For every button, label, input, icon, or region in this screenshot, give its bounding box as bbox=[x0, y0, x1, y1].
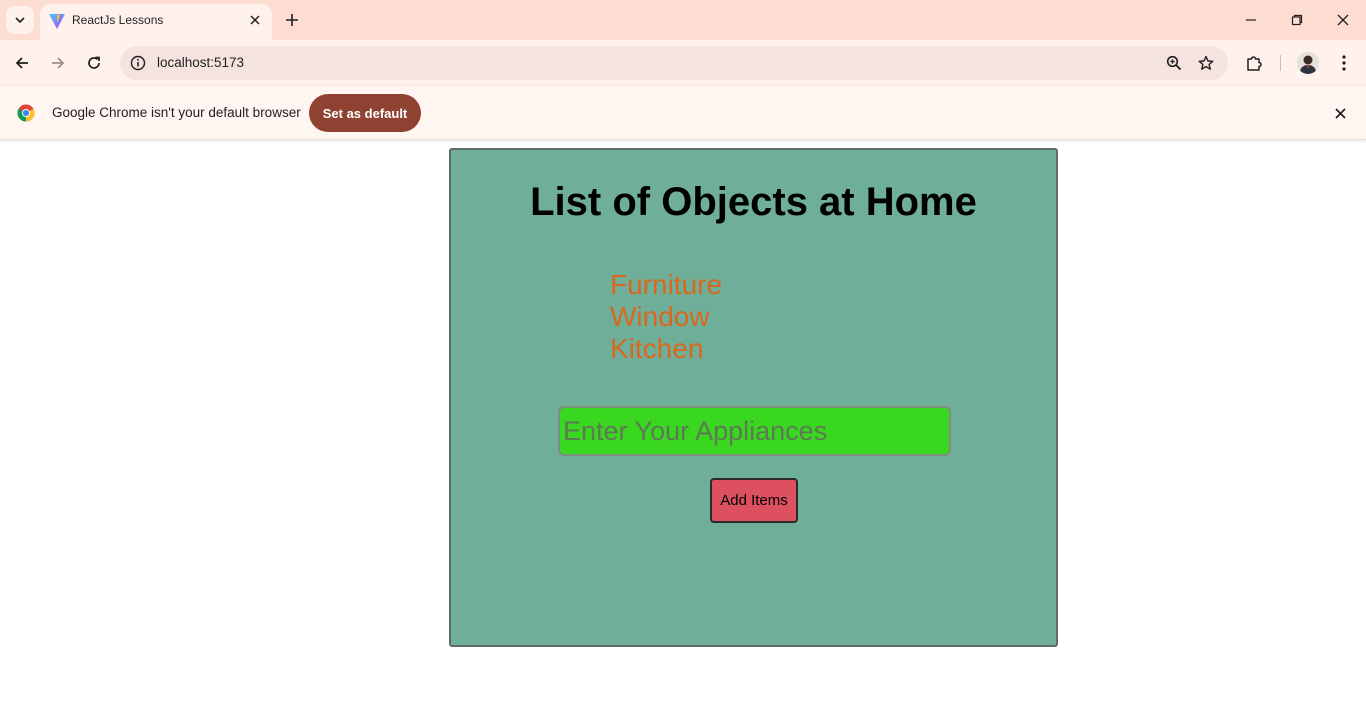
close-icon bbox=[1334, 107, 1346, 119]
browser-toolbar: localhost:5173 bbox=[0, 40, 1366, 86]
vite-logo-icon bbox=[49, 14, 65, 29]
zoom-button[interactable] bbox=[1164, 53, 1184, 73]
zoom-in-icon bbox=[1166, 55, 1182, 71]
list-item: Window bbox=[610, 301, 710, 332]
page-title: List of Objects at Home bbox=[530, 180, 977, 224]
close-icon bbox=[250, 15, 260, 25]
list-item: Furniture bbox=[610, 269, 723, 300]
restore-icon bbox=[1291, 14, 1303, 26]
close-icon bbox=[1337, 14, 1349, 26]
reload-icon bbox=[88, 56, 100, 69]
profile-avatar[interactable] bbox=[1297, 52, 1319, 74]
chevron-down-icon bbox=[15, 17, 25, 24]
objects-card: List of Objects at Home Furniture Window… bbox=[449, 148, 1058, 647]
avatar-icon bbox=[1297, 52, 1319, 74]
site-info-button[interactable] bbox=[128, 53, 148, 73]
tab-close-button[interactable] bbox=[246, 11, 264, 29]
tab-strip: ReactJs Lessons bbox=[0, 0, 1366, 40]
info-icon bbox=[130, 55, 146, 71]
extensions-button[interactable] bbox=[1243, 52, 1265, 74]
tab-reactjs-lessons[interactable]: ReactJs Lessons bbox=[40, 4, 272, 40]
minimize-button[interactable] bbox=[1228, 0, 1274, 40]
infobar-message: Google Chrome isn't your default browser bbox=[52, 105, 301, 120]
forward-button[interactable] bbox=[44, 49, 72, 77]
set-as-default-button[interactable]: Set as default bbox=[309, 94, 421, 132]
close-window-button[interactable] bbox=[1320, 0, 1366, 40]
arrow-right-icon bbox=[52, 57, 65, 69]
tab-search-button[interactable] bbox=[6, 6, 34, 34]
reload-button[interactable] bbox=[80, 49, 108, 77]
back-button[interactable] bbox=[8, 49, 36, 77]
bookmark-button[interactable] bbox=[1196, 53, 1216, 73]
minimize-icon bbox=[1246, 19, 1256, 21]
restore-button[interactable] bbox=[1274, 0, 1320, 40]
tab-title: ReactJs Lessons bbox=[72, 13, 164, 27]
default-browser-infobar: Google Chrome isn't your default browser… bbox=[0, 86, 1366, 140]
chrome-logo-icon bbox=[17, 104, 35, 122]
star-icon bbox=[1198, 55, 1214, 70]
appliance-input[interactable] bbox=[558, 406, 951, 456]
new-tab-button[interactable] bbox=[280, 8, 304, 32]
list-item: Kitchen bbox=[610, 333, 704, 364]
chrome-menu-button[interactable] bbox=[1334, 52, 1354, 74]
arrow-left-icon bbox=[15, 57, 28, 69]
add-items-button[interactable]: Add Items bbox=[710, 478, 798, 523]
url-text: localhost:5173 bbox=[157, 55, 245, 70]
more-vertical-icon bbox=[1342, 55, 1346, 71]
objects-list: Furniture Window Kitchen bbox=[610, 269, 722, 365]
toolbar-divider bbox=[1280, 55, 1281, 71]
puzzle-icon bbox=[1247, 56, 1262, 71]
address-bar[interactable]: localhost:5173 bbox=[120, 46, 1228, 80]
plus-icon bbox=[286, 14, 298, 26]
infobar-close-button[interactable] bbox=[1330, 103, 1350, 123]
